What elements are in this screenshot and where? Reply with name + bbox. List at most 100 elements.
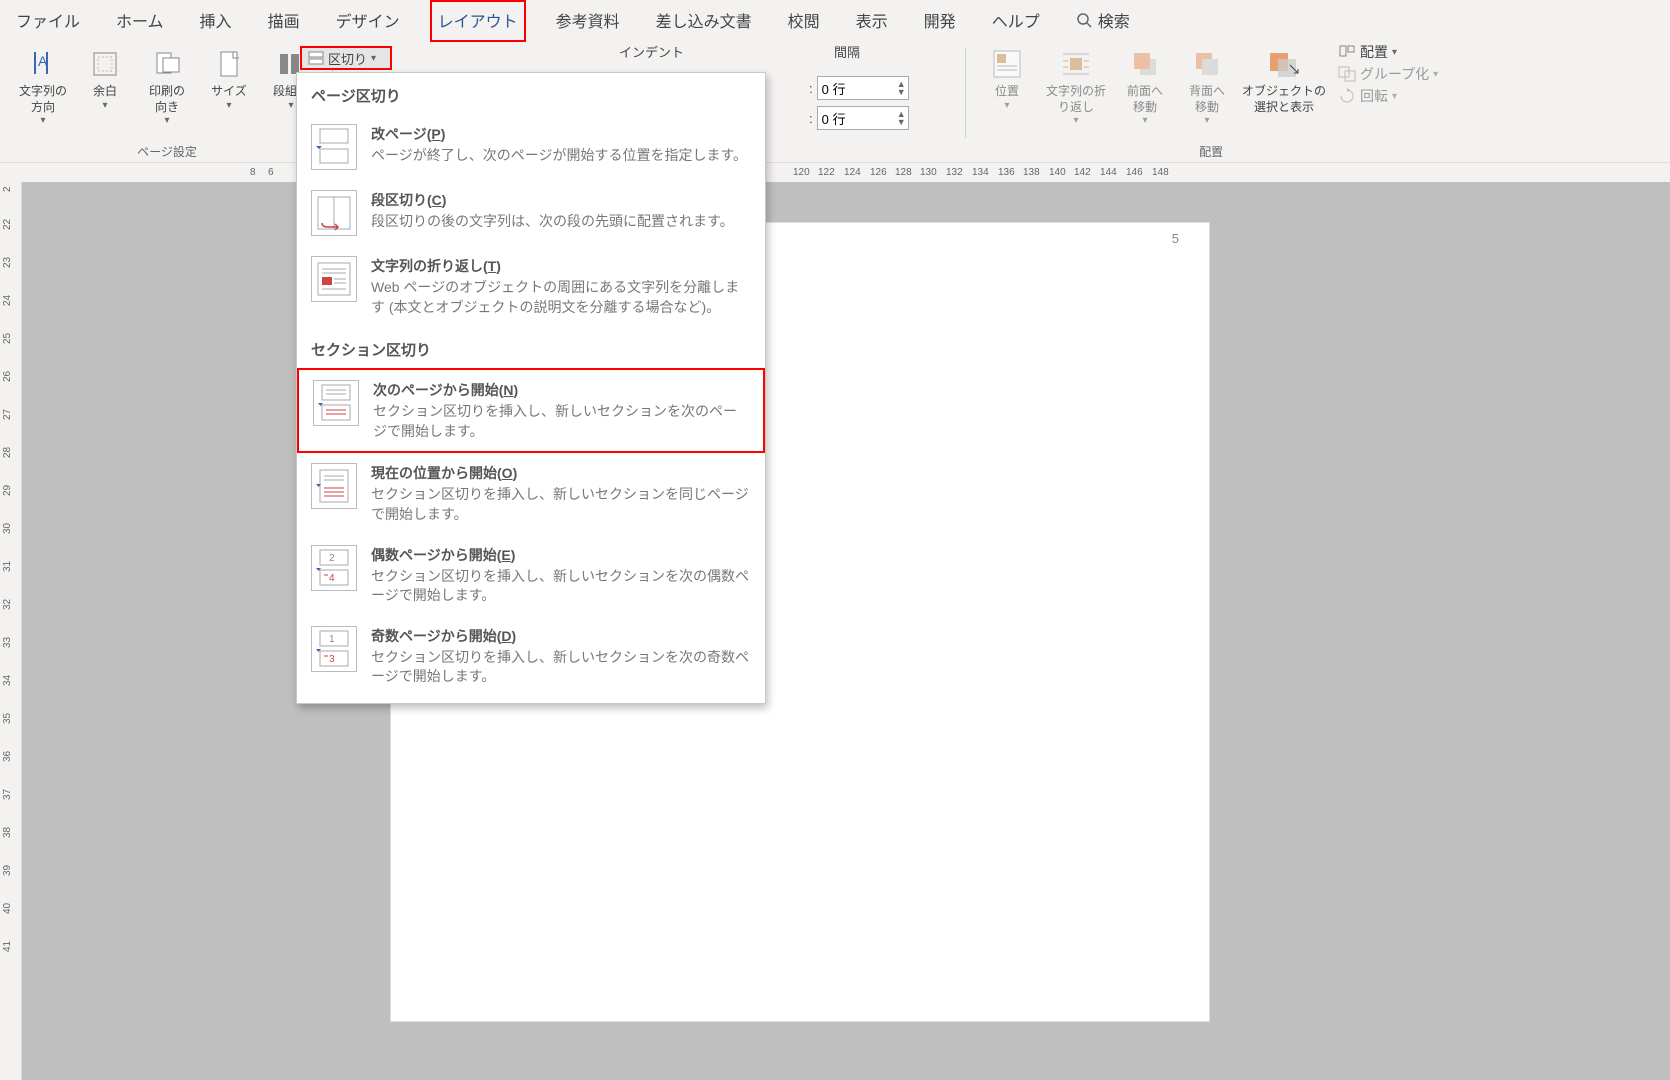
text-direction-button[interactable]: A 文字列の方向 ▾ bbox=[14, 42, 72, 134]
menu-item-title: 次のページから開始(N) bbox=[373, 380, 749, 400]
bring-forward-button[interactable]: 前面へ移動 ▾ bbox=[1116, 42, 1174, 134]
vertical-ruler[interactable]: 2222324252627282930313233343536373839404… bbox=[0, 182, 22, 1080]
ribbon-body: A 文字列の方向 ▾ 余白 ▾ 印刷の向き ▾ サイズ ▾ 段組み bbox=[0, 38, 1670, 162]
tab-review[interactable]: 校閲 bbox=[782, 2, 826, 40]
rotate-label: 回転 bbox=[1360, 86, 1388, 106]
breaks-dropdown: ページ区切り 改ページ(P) ページが終了し、次のページが開始する位置を指定しま… bbox=[296, 72, 766, 704]
chevron-down-icon: ▾ bbox=[1073, 115, 1078, 126]
even-page-icon: 24 bbox=[311, 545, 357, 591]
spacing-label: 間隔 bbox=[834, 42, 860, 61]
section-page-breaks-title: ページ区切り bbox=[297, 73, 765, 114]
menu-item-desc: ページが終了し、次のページが開始する位置を指定します。 bbox=[371, 146, 751, 166]
chevron-down-icon: ▾ bbox=[1004, 100, 1009, 111]
menu-column-break[interactable]: 段区切り(C) 段区切りの後の文字列は、次の段の先頭に配置されます。 bbox=[297, 180, 765, 246]
menu-even-page[interactable]: 24 偶数ページから開始(E) セクション区切りを挿入し、新しいセクションを次の… bbox=[297, 535, 765, 616]
bring-forward-label: 前面へ移動 bbox=[1127, 84, 1163, 115]
page-break-icon bbox=[311, 124, 357, 170]
rotate-button[interactable]: 回転 ▾ bbox=[1338, 86, 1438, 106]
selection-pane-button[interactable]: オブジェクトの選択と表示 bbox=[1240, 42, 1328, 134]
text-wrapping-icon bbox=[311, 256, 357, 302]
svg-text:A: A bbox=[38, 53, 48, 69]
tab-home[interactable]: ホーム bbox=[110, 2, 170, 40]
bring-forward-icon bbox=[1127, 46, 1163, 82]
size-icon bbox=[211, 46, 247, 82]
menu-item-title: 段区切り(C) bbox=[371, 190, 751, 210]
ribbon-tabs: ファイル ホーム 挿入 描画 デザイン レイアウト 参考資料 差し込み文書 校閲… bbox=[0, 0, 1670, 38]
selection-pane-icon bbox=[1266, 46, 1302, 82]
page-setup-group-label: ページ設定 bbox=[137, 143, 197, 160]
spinner-arrows-icon[interactable]: ▲▼ bbox=[897, 110, 906, 126]
chevron-down-icon: ▾ bbox=[1204, 115, 1209, 126]
column-break-icon bbox=[311, 190, 357, 236]
margins-button[interactable]: 余白 ▾ bbox=[76, 42, 134, 134]
separator bbox=[965, 48, 966, 138]
tab-design[interactable]: デザイン bbox=[330, 2, 406, 40]
document-area: 2222324252627282930313233343536373839404… bbox=[0, 182, 1670, 1080]
group-button[interactable]: グループ化 ▾ bbox=[1338, 64, 1438, 84]
group-arrange: 位置 ▾ 文字列の折り返し ▾ 前面へ移動 ▾ 背面へ移動 ▾ オブジェクトの選… bbox=[972, 42, 1450, 160]
menu-next-page[interactable]: 次のページから開始(N) セクション区切りを挿入し、新しいセクションを次のページ… bbox=[297, 368, 765, 453]
menu-text-wrapping[interactable]: 文字列の折り返し(T) Web ページのオブジェクトの周囲にある文字列を分離しま… bbox=[297, 246, 765, 327]
menu-item-title: 現在の位置から開始(O) bbox=[371, 463, 751, 483]
tab-mailings[interactable]: 差し込み文書 bbox=[650, 2, 758, 40]
menu-odd-page[interactable]: 13 奇数ページから開始(D) セクション区切りを挿入し、新しいセクションを次の… bbox=[297, 616, 765, 697]
tab-insert[interactable]: 挿入 bbox=[194, 2, 238, 40]
svg-text:1: 1 bbox=[329, 634, 335, 645]
spacing-before-input[interactable]: ▲▼ bbox=[817, 76, 909, 100]
menu-item-title: 偶数ページから開始(E) bbox=[371, 545, 751, 565]
chevron-down-icon: ▾ bbox=[1433, 69, 1438, 80]
menu-page-break[interactable]: 改ページ(P) ページが終了し、次のページが開始する位置を指定します。 bbox=[297, 114, 765, 180]
send-backward-button[interactable]: 背面へ移動 ▾ bbox=[1178, 42, 1236, 134]
chevron-down-icon: ▾ bbox=[40, 115, 45, 126]
spacing-after-label: : bbox=[809, 111, 813, 126]
tab-help[interactable]: ヘルプ bbox=[986, 2, 1046, 40]
menu-item-desc: セクション区切りを挿入し、新しいセクションを同じページで開始します。 bbox=[371, 485, 751, 524]
tab-file[interactable]: ファイル bbox=[10, 2, 86, 40]
size-button[interactable]: サイズ ▾ bbox=[200, 42, 258, 134]
tab-search[interactable]: 検索 bbox=[1070, 2, 1136, 40]
chevron-down-icon: ▾ bbox=[164, 115, 169, 126]
breaks-button-label: 区切り bbox=[328, 49, 367, 68]
svg-text:3: 3 bbox=[329, 654, 335, 665]
horizontal-ruler[interactable]: 8612012212412612813013213413613814014214… bbox=[0, 162, 1670, 182]
menu-item-title: 文字列の折り返し(T) bbox=[371, 256, 751, 276]
arrange-group-label: 配置 bbox=[1199, 143, 1223, 160]
chevron-down-icon: ▾ bbox=[102, 100, 107, 111]
search-label: 検索 bbox=[1098, 8, 1130, 32]
menu-continuous[interactable]: 現在の位置から開始(O) セクション区切りを挿入し、新しいセクションを同じページ… bbox=[297, 453, 765, 534]
size-label: サイズ bbox=[211, 84, 247, 100]
group-page-setup: A 文字列の方向 ▾ 余白 ▾ 印刷の向き ▾ サイズ ▾ 段組み bbox=[8, 42, 326, 160]
breaks-button[interactable]: 区切り ▾ bbox=[300, 46, 392, 70]
wrap-text-button[interactable]: 文字列の折り返し ▾ bbox=[1040, 42, 1112, 134]
menu-item-desc: 段区切りの後の文字列は、次の段の先頭に配置されます。 bbox=[371, 212, 751, 232]
spacing-after-input[interactable]: ▲▼ bbox=[817, 106, 909, 130]
svg-text:2: 2 bbox=[329, 553, 335, 564]
chevron-down-icon: ▾ bbox=[1142, 115, 1147, 126]
orientation-label: 印刷の向き bbox=[149, 84, 185, 115]
align-button[interactable]: 配置▾ bbox=[1338, 42, 1438, 62]
search-icon bbox=[1076, 12, 1092, 28]
send-backward-icon bbox=[1189, 46, 1225, 82]
tab-draw[interactable]: 描画 bbox=[262, 2, 306, 40]
position-button[interactable]: 位置 ▾ bbox=[978, 42, 1036, 134]
menu-item-desc: Web ページのオブジェクトの周囲にある文字列を分離します (本文とオブジェクト… bbox=[371, 278, 751, 317]
tab-view[interactable]: 表示 bbox=[850, 2, 894, 40]
margins-label: 余白 bbox=[93, 84, 117, 100]
align-icon bbox=[1338, 44, 1356, 60]
continuous-icon bbox=[311, 463, 357, 509]
wrap-text-icon bbox=[1058, 46, 1094, 82]
next-page-icon bbox=[313, 380, 359, 426]
group-obj-label: グループ化 bbox=[1360, 64, 1429, 84]
orientation-button[interactable]: 印刷の向き ▾ bbox=[138, 42, 196, 134]
tab-references[interactable]: 参考資料 bbox=[550, 2, 626, 40]
menu-item-desc: セクション区切りを挿入し、新しいセクションを次の偶数ページで開始します。 bbox=[371, 567, 751, 606]
spinner-arrows-icon[interactable]: ▲▼ bbox=[897, 80, 906, 96]
chevron-down-icon: ▾ bbox=[1392, 91, 1397, 102]
menu-item-title: 改ページ(P) bbox=[371, 124, 751, 144]
tab-layout[interactable]: レイアウト bbox=[430, 0, 526, 42]
rotate-icon bbox=[1338, 88, 1356, 104]
chevron-down-icon: ▾ bbox=[226, 100, 231, 111]
margins-icon bbox=[87, 46, 123, 82]
tab-developer[interactable]: 開発 bbox=[918, 2, 962, 40]
wrap-text-label: 文字列の折り返し bbox=[1046, 84, 1106, 115]
